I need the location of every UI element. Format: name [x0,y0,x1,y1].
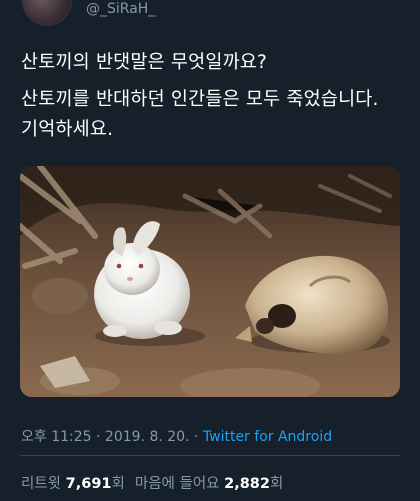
retweets-label: 리트윗 [21,476,62,492]
meta-separator-2: · [193,429,199,445]
user-handle[interactable]: @_SiRaH_ [86,1,155,17]
likes-stat[interactable]: 마음에 들어요 2,882회 [135,476,283,492]
tweet-stats: 리트윗 7,691회 마음에 들어요 2,882회 [21,472,283,493]
tweet-text-line-2: 산토끼를 반대하던 인간들은 모두 죽었습니다. 기억하세요. [21,89,379,140]
retweets-count: 7,691 [65,476,112,492]
divider [20,455,400,456]
likes-unit: 회 [270,476,284,492]
tweet-meta: 오후 11:25 · 2019. 8. 20. · Twitter for An… [21,426,332,446]
meta-separator-1: · [96,429,101,445]
tweet-date[interactable]: 2019. 8. 20. [105,429,190,445]
tweet-header: @_SiRaH_ [0,0,420,26]
tweet-time[interactable]: 오후 11:25 [21,429,92,445]
tweet-source-link[interactable]: Twitter for Android [203,429,332,445]
retweets-stat[interactable]: 리트윗 7,691회 [21,476,125,492]
tweet-photo[interactable] [20,166,400,397]
tweet-text-line-1: 산토끼의 반댓말은 무엇일까요? [21,52,268,73]
retweets-unit: 회 [111,476,125,492]
likes-count: 2,882 [224,476,270,492]
rabbit-skull-photo [20,166,400,397]
likes-label: 마음에 들어요 [134,476,220,492]
tweet-text: 산토끼의 반댓말은 무엇일까요? 산토끼를 반대하던 인간들은 모두 죽었습니다… [21,48,401,145]
avatar[interactable] [22,0,72,26]
